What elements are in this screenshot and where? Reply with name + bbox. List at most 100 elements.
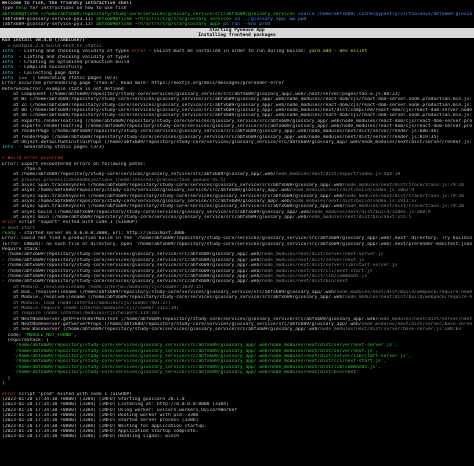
terminal-text: [2023-01-20 17:34:30 +0000] [3384] [INFO… bbox=[2, 396, 185, 402]
terminal-line: at new BaseServer (/home/abfx609/reposit… bbox=[2, 327, 461, 332]
terminal-line: - /home/abfx609/repository/study-core/se… bbox=[2, 258, 364, 263]
terminal-window[interactable]: Welcome to fish, the friendly interactiv… bbox=[0, 0, 474, 466]
terminal-text: at renderPage (/home/abfx609/repository/… bbox=[2, 134, 439, 140]
terminal-line: '/home/abfx609/repository/study-core/ser… bbox=[2, 370, 359, 375]
terminal-text: - Linting and checking validity of types bbox=[18, 54, 130, 60]
terminal-line: Info - Linting and checking validity of … bbox=[2, 55, 129, 60]
terminal-text: at async Span.traceAsyncFn (/home/abfx60… bbox=[2, 193, 345, 199]
terminal-text: at async build (/home/abfx609/repository… bbox=[2, 209, 312, 215]
terminal-text: at exports.renderToString (/home/abfx609… bbox=[13, 124, 472, 130]
terminal-text: - /home/abfx609/repository/study-core/se… bbox=[2, 263, 262, 269]
terminal-line: error script "prod" exited with code 1 (… bbox=[2, 392, 132, 397]
terminal-line: > Build error occurred bbox=[2, 156, 63, 161]
terminal-text: 'MODULE_NOT_FOUND' bbox=[24, 332, 74, 338]
terminal-text: cd ../glossary_app/ && pwd bbox=[234, 17, 307, 23]
terminal-text: [2023-01-20 17:34:30 +0000] [3386] [INFO… bbox=[2, 418, 199, 424]
terminal-text: Run install v8.4.0 (/ambiuse/) bbox=[2, 38, 85, 44]
terminal-text: - Compiled successfully bbox=[18, 65, 83, 71]
terminal-text: [2023-01-20 17:34:30 +0000] [3386] [INFO… bbox=[2, 412, 199, 418]
terminal-text: Info bbox=[2, 49, 19, 55]
terminal-text: source /home/abfx609/.cache/pypoetry/vir… bbox=[297, 11, 472, 17]
terminal-line: at Component (/home/abfx609/repository/s… bbox=[2, 92, 400, 97]
terminal-text: at Zc (/home/abfx609/repository/study-co… bbox=[2, 102, 472, 108]
terminal-text: abfx609@fishm ~/home/abfx609/repository/… bbox=[2, 11, 298, 17]
terminal-line: at NextNodeServer.getPrerenderManifest (… bbox=[2, 317, 472, 322]
terminal-line: [2023-01-20 17:34:30 +0000] [3386] [INFO… bbox=[2, 418, 198, 423]
terminal-text: Error occurred prerendering page "/foo-a… bbox=[2, 81, 285, 87]
terminal-text: Require stack: bbox=[2, 247, 41, 253]
terminal-text: at async main (/home/abfx609/repository/… bbox=[2, 215, 309, 220]
terminal-line: [2023-01-20 17:34:30 +0000] [3386] [INFO… bbox=[2, 413, 198, 418]
terminal-line: - /home/abfx609/repository/study-core/se… bbox=[2, 252, 384, 257]
terminal-text: at Module._load (node:internal/modules/c… bbox=[2, 300, 171, 306]
terminal-text: at Module._resolveFilename (node:interna… bbox=[2, 284, 204, 290]
terminal-line: Welcome to fish, the friendly interactiv… bbox=[2, 1, 132, 6]
terminal-line: at async Span.traceAsyncFn (/home/abfx60… bbox=[2, 194, 464, 199]
terminal-text: /foo-a bbox=[2, 166, 41, 172]
terminal-text: > next start bbox=[2, 225, 36, 231]
terminal-text: at async Span.traceAsyncFn (/home/abfx60… bbox=[2, 204, 345, 210]
terminal-text: node_modules/next/dist/cli/next-start.js bbox=[261, 268, 373, 274]
terminal-line: abfx609@fishm ~/home/abfx609/repository/… bbox=[2, 12, 472, 17]
terminal-text: at Module.require (node:internal/modules… bbox=[2, 305, 180, 311]
terminal-text: Type bbox=[2, 6, 16, 12]
terminal-text: [Error: ENOENT: no such file or director… bbox=[2, 241, 472, 247]
terminal-text: - Generating static pages (3/3) bbox=[18, 145, 105, 151]
terminal-text: - /home/abfx609/repository/study-core/se… bbox=[2, 273, 262, 279]
terminal-line: '/home/abfx609/repository/study-core/ser… bbox=[2, 349, 378, 354]
terminal-text: node_modules/next/dist/server/next-serve… bbox=[378, 316, 472, 322]
terminal-text: error bbox=[132, 49, 146, 55]
terminal-line: at Bb (/home/abfx609/repository/study-co… bbox=[2, 108, 472, 113]
terminal-text: - started server on 0.0.0.0:3000, url: h… bbox=[15, 231, 185, 237]
terminal-text: error bbox=[2, 220, 16, 226]
terminal-line: - /home/abfx609/repository/study-core/se… bbox=[2, 279, 348, 284]
terminal-text: (abfx609-glossary-service-py3.11) bbox=[2, 22, 97, 28]
terminal-line: '/home/abfx609/repository/study-core/ser… bbox=[2, 343, 397, 348]
terminal-text: at new BaseServer (/home/abfx609/reposit… bbox=[2, 327, 321, 333]
terminal-text: > next@14.2.4 build next_ts_static bbox=[2, 43, 102, 49]
terminal-line: ReferenceError: example state is not def… bbox=[2, 87, 124, 92]
terminal-line: - /home/abfx609/repository/study-core/se… bbox=[2, 269, 373, 274]
terminal-text: at Component (/home/abfx609/repository/s… bbox=[2, 91, 401, 97]
terminal-text: node_modules/next/dist/server/base-serve… bbox=[361, 322, 472, 327]
terminal-text: at /home/abfx609/repository/study-core/s… bbox=[2, 172, 276, 178]
terminal-text: - /home/abfx609/repository/study-core/se… bbox=[2, 268, 262, 274]
terminal-line: at async main (/home/abfx609/repository/… bbox=[2, 215, 411, 220]
terminal-text: code: bbox=[2, 332, 25, 338]
terminal-line: at process.processTicksAndRejections (no… bbox=[2, 178, 226, 183]
terminal-text: '/home/abfx609/repository/study-core/ser… bbox=[2, 370, 359, 376]
terminal-text: [2023-01-20 17:34:30 +0000] [3386] [INFO… bbox=[2, 429, 199, 434]
terminal-line: (abfx609-glossary-service-py3.11) abfx60… bbox=[2, 22, 270, 27]
terminal-text: node_modules/next/dist/server/base-serve… bbox=[320, 327, 462, 333]
terminal-text: - ESLint must be installed in order to r… bbox=[145, 49, 310, 55]
terminal-text: at Module._resolveFilename (/home/abfx60… bbox=[2, 295, 345, 301]
terminal-line: (abfx609-glossary-service-py3.11) abfx60… bbox=[2, 17, 306, 22]
terminal-line: at Module.require (node:internal/modules… bbox=[2, 306, 179, 311]
terminal-text: Welcome to fish, the friendly interactiv… bbox=[2, 1, 132, 6]
terminal-line: at Ob (/home/abfx609/repository/study-co… bbox=[2, 113, 472, 118]
terminal-text: node_modules/next/dist/build/index.js:36… bbox=[311, 209, 431, 215]
terminal-line: '/home/abfx609/repository/study-core/ser… bbox=[2, 359, 386, 364]
terminal-line: [2023-01-20 17:34:30 +0000] [3384] [INFO… bbox=[2, 408, 237, 413]
terminal-text: node_modules/next/dist/trace/trace.js:79… bbox=[344, 204, 464, 210]
banner-subtitle: Installing frontend packages bbox=[0, 33, 474, 39]
terminal-text: at require (node:internal/modules/cjs/he… bbox=[2, 311, 160, 317]
terminal-text: Info bbox=[2, 65, 19, 71]
terminal-line: Info - Compiled successfully bbox=[2, 65, 82, 70]
terminal-text: ] bbox=[2, 375, 11, 381]
terminal-line: at Object.defaultGetInitialProps (/home/… bbox=[2, 140, 472, 145]
terminal-text: script "prod" exited with code 1 (SIGHUP… bbox=[15, 391, 133, 397]
terminal-line: [2023-01-20 17:34:30 +0000] [3384] [INFO… bbox=[2, 402, 229, 407]
terminal-line: at renderPage (/home/abfx609/repository/… bbox=[2, 135, 439, 140]
terminal-line: at async Span.traceAsyncFn (/home/abfx60… bbox=[2, 183, 464, 188]
terminal-line: Error: Export encountered errors on foll… bbox=[2, 162, 146, 167]
terminal-text: node_modules/next/dist/trace/trace.js:79… bbox=[344, 182, 464, 188]
terminal-text: at NextNodeServer.getServerProps (/home/… bbox=[2, 322, 362, 327]
terminal-text: node_modules/next/dist/bin/next bbox=[261, 279, 348, 285]
terminal-text: '/home/abfx609/repository/study-core/ser… bbox=[2, 354, 412, 360]
terminal-text: - Linting and checking validity of types bbox=[18, 49, 133, 55]
terminal-text: node_modules/next/dist/lib/commands.js bbox=[261, 273, 368, 279]
terminal-text: script "export" exited with code 1 (SIGH… bbox=[15, 220, 138, 226]
terminal-text: at async Span.traceAsyncFn (/home/abfx60… bbox=[2, 182, 345, 188]
terminal-line: ] bbox=[2, 375, 11, 381]
